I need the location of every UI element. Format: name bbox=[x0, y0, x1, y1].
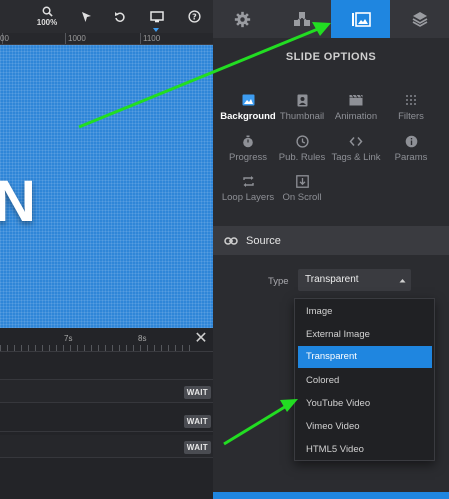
horizontal-ruler: 00 1000 1100 bbox=[0, 33, 213, 45]
ruler-label: 1100 bbox=[143, 34, 161, 43]
timeline: 7s 8s ✕ WAIT WAIT WAIT bbox=[0, 328, 213, 499]
close-icon[interactable]: ✕ bbox=[193, 331, 209, 347]
clapper-icon bbox=[349, 94, 363, 106]
editor-toolbar: 100% ? bbox=[0, 0, 213, 33]
dropdown-option-image[interactable]: Image bbox=[298, 301, 432, 323]
source-section-header[interactable]: Source bbox=[213, 226, 449, 255]
option-animation[interactable]: Animation bbox=[328, 92, 384, 128]
option-label: Thumbnail bbox=[279, 111, 325, 122]
option-label: Loop Layers bbox=[221, 192, 275, 203]
pointer-button[interactable] bbox=[76, 0, 96, 33]
stopwatch-icon bbox=[243, 135, 253, 147]
slide-canvas[interactable]: N bbox=[0, 45, 213, 328]
tab-layers-puzzle[interactable] bbox=[272, 0, 331, 38]
wait-badge[interactable]: WAIT bbox=[183, 386, 211, 399]
option-label: Tags & Link bbox=[331, 152, 381, 163]
type-label: Type bbox=[268, 276, 289, 287]
type-select-value: Transparent bbox=[305, 274, 359, 285]
option-label: Pub. Rules bbox=[278, 152, 326, 163]
timeline-row bbox=[0, 352, 213, 380]
option-on-scroll[interactable]: On Scroll bbox=[274, 173, 330, 209]
timeline-row[interactable]: WAIT bbox=[0, 380, 213, 403]
timeline-row[interactable]: WAIT bbox=[0, 409, 213, 432]
grid-dots-icon bbox=[406, 95, 416, 105]
option-label: Progress bbox=[228, 152, 267, 163]
dropdown-option-transparent[interactable]: Transparent bbox=[298, 346, 432, 368]
tab-slide-options[interactable] bbox=[331, 0, 390, 38]
svg-text:?: ? bbox=[192, 13, 197, 22]
ruler-label: 1000 bbox=[68, 34, 86, 43]
dropdown-option-colored[interactable]: Colored bbox=[298, 370, 432, 392]
option-label: On Scroll bbox=[282, 192, 322, 203]
option-label: Filters bbox=[398, 111, 424, 122]
option-thumbnail[interactable]: Thumbnail bbox=[274, 92, 330, 128]
option-progress[interactable]: Progress bbox=[220, 133, 276, 169]
chevron-down-icon bbox=[153, 28, 159, 32]
timeline-mark: 7s bbox=[64, 334, 73, 343]
layers-puzzle-icon bbox=[293, 12, 310, 26]
option-pub-rules[interactable]: Pub. Rules bbox=[274, 133, 330, 169]
option-loop-layers[interactable]: Loop Layers bbox=[220, 173, 276, 209]
dropdown-option-external-image[interactable]: External Image bbox=[298, 324, 432, 346]
stack-icon bbox=[412, 12, 427, 27]
option-tags-link[interactable]: Tags & Link bbox=[328, 133, 384, 169]
scroll-down-icon bbox=[295, 174, 309, 188]
chevron-up-icon bbox=[393, 269, 411, 291]
timeline-row[interactable]: WAIT bbox=[0, 435, 213, 458]
pointer-icon bbox=[81, 11, 91, 22]
desktop-icon bbox=[150, 10, 164, 22]
option-params[interactable]: Params bbox=[383, 133, 439, 169]
option-label: Params bbox=[394, 152, 428, 163]
option-filters[interactable]: Filters bbox=[383, 92, 439, 128]
zoom-level: 100% bbox=[36, 18, 58, 27]
timeline-mark: 8s bbox=[138, 334, 147, 343]
undo-button[interactable] bbox=[110, 0, 130, 33]
link-icon bbox=[224, 236, 238, 245]
settings-icon bbox=[234, 11, 251, 27]
image-icon bbox=[242, 94, 254, 106]
portrait-icon bbox=[297, 94, 307, 106]
timeline-ticks bbox=[0, 345, 190, 351]
zoom-button[interactable]: 100% bbox=[35, 0, 59, 33]
zoom-icon bbox=[42, 6, 53, 17]
dropdown-option-html5-video[interactable]: HTML5 Video bbox=[298, 439, 432, 461]
help-icon: ? bbox=[187, 10, 201, 23]
source-label: Source bbox=[246, 234, 281, 247]
wait-badge[interactable]: WAIT bbox=[183, 415, 211, 428]
option-background[interactable]: Background bbox=[220, 92, 276, 128]
loop-icon bbox=[242, 175, 254, 187]
help-button[interactable]: ? bbox=[184, 0, 204, 33]
wait-badge[interactable]: WAIT bbox=[183, 441, 211, 454]
tab-stack[interactable] bbox=[390, 0, 449, 38]
slide-options-icon bbox=[351, 11, 371, 27]
info-icon bbox=[405, 135, 417, 147]
dropdown-option-vimeo-video[interactable]: Vimeo Video bbox=[298, 416, 432, 438]
code-icon bbox=[349, 136, 363, 146]
undo-icon bbox=[115, 11, 125, 22]
clock-icon bbox=[295, 134, 309, 148]
option-label: Background bbox=[220, 111, 276, 122]
type-dropdown-list: Image External Image Transparent Colored… bbox=[294, 298, 435, 461]
panel-title: SLIDE OPTIONS bbox=[285, 51, 377, 63]
ruler-label: 00 bbox=[0, 34, 9, 43]
dropdown-option-youtube-video[interactable]: YouTube Video bbox=[298, 393, 432, 415]
type-select[interactable]: Transparent bbox=[298, 269, 411, 291]
canvas-text-layer[interactable]: N bbox=[0, 173, 36, 231]
tab-settings[interactable] bbox=[213, 0, 272, 38]
panel-tabs bbox=[213, 0, 449, 38]
timeline-header: 7s 8s ✕ bbox=[0, 328, 213, 352]
panel-footer-bar bbox=[213, 492, 449, 499]
option-label: Animation bbox=[334, 111, 378, 122]
